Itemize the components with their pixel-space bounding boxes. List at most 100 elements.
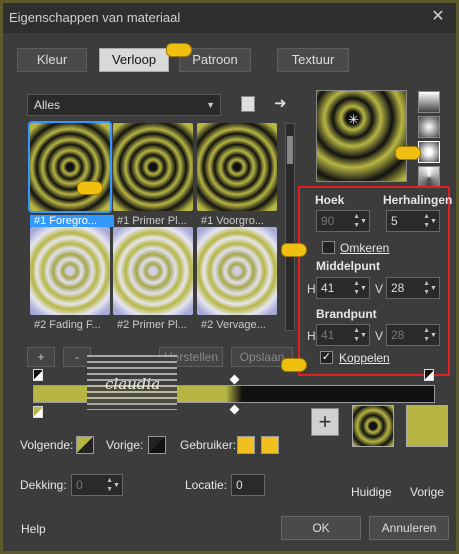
dropdown-arrow-icon[interactable]: ▼ bbox=[360, 212, 368, 232]
focus-h-stepper[interactable]: 41 ▲ ▼ ▼ bbox=[316, 324, 370, 346]
color-stop-start-top[interactable] bbox=[33, 369, 43, 381]
focus-v-label: V bbox=[375, 329, 384, 343]
angle-value: 90 bbox=[321, 214, 335, 228]
close-icon[interactable]: ✕ bbox=[428, 7, 448, 27]
midpoint-marker-top[interactable] bbox=[229, 374, 240, 385]
focus-v-value: 28 bbox=[391, 328, 405, 342]
tab-textuur[interactable]: Textuur bbox=[277, 48, 349, 72]
user-color-swatch-1[interactable] bbox=[237, 436, 255, 454]
invert-checkbox[interactable] bbox=[322, 241, 335, 254]
add-swatch-button[interactable]: + bbox=[311, 408, 339, 436]
library-filter-value: Alles bbox=[34, 98, 61, 112]
pointer-hand-icon bbox=[166, 43, 192, 57]
title-bar: Eigenschappen van materiaal ✕ bbox=[3, 3, 456, 33]
help-link[interactable]: Help bbox=[21, 522, 46, 536]
sunburst-gradient-mode-icon[interactable] bbox=[418, 166, 440, 188]
linear-gradient-mode-icon[interactable] bbox=[418, 91, 440, 113]
gradient-preview bbox=[30, 227, 110, 315]
window-title: Eigenschappen van materiaal bbox=[9, 10, 181, 25]
gradient-thumb-4[interactable]: #2 Fading F... bbox=[30, 227, 110, 331]
location-value: 0 bbox=[236, 478, 243, 492]
rectangular-gradient-mode-icon[interactable] bbox=[418, 116, 440, 138]
link-checkbox[interactable]: ✓ bbox=[320, 351, 333, 364]
focus-h-value: 41 bbox=[321, 328, 335, 342]
arrow-right-icon[interactable]: ➜ bbox=[274, 94, 287, 112]
previous-swatch-label: Vorige bbox=[410, 485, 445, 499]
focal-point-label: Brandpunt bbox=[316, 307, 377, 321]
library-filter-dropdown[interactable]: Alles ▼ bbox=[27, 94, 221, 116]
center-h-stepper[interactable]: 41 ▲ ▼ ▼ bbox=[316, 277, 370, 299]
library-view-icon[interactable] bbox=[241, 96, 255, 112]
color-stop-end-top[interactable] bbox=[424, 369, 434, 381]
radial-gradient-mode-icon[interactable] bbox=[418, 141, 440, 163]
chevron-down-icon: ▼ bbox=[206, 100, 215, 110]
invert-label: Omkeren bbox=[340, 241, 390, 255]
focus-v-stepper[interactable]: 28 ▲ ▼ ▼ bbox=[386, 324, 440, 346]
center-v-label: V bbox=[375, 282, 384, 296]
user-label: Gebruiker: bbox=[180, 438, 237, 452]
center-v-stepper[interactable]: 28 ▲ ▼ ▼ bbox=[386, 277, 440, 299]
user-color-swatch-2[interactable] bbox=[261, 436, 279, 454]
gradient-label: #2 Vervage... bbox=[201, 319, 266, 331]
center-point-icon[interactable]: ✳ bbox=[348, 112, 359, 128]
location-field[interactable]: 0 bbox=[231, 474, 265, 496]
gradient-preview bbox=[28, 121, 112, 213]
gradient-preview bbox=[113, 227, 193, 315]
scrollbar-thumb[interactable] bbox=[287, 136, 293, 164]
gradient-thumb-2[interactable]: #1 Primer Pl... bbox=[113, 123, 193, 227]
current-material-swatch[interactable] bbox=[352, 405, 394, 447]
link-label: Koppelen bbox=[339, 351, 390, 365]
dropdown-arrow-icon[interactable]: ▼ bbox=[360, 326, 368, 346]
previous-color-swatch[interactable] bbox=[148, 436, 166, 454]
gradient-label: #1 Voorgro... bbox=[201, 215, 264, 227]
cancel-button[interactable]: Annuleren bbox=[369, 516, 449, 540]
next-color-swatch[interactable] bbox=[76, 436, 94, 454]
previous-label: Vorige: bbox=[106, 438, 144, 452]
plus-icon: + bbox=[318, 409, 332, 434]
focus-h-label: H bbox=[307, 329, 316, 343]
midpoint-marker-bottom[interactable] bbox=[229, 404, 240, 415]
gradient-label: #2 Fading F... bbox=[34, 319, 101, 331]
gradient-preview bbox=[113, 123, 193, 211]
repeats-label: Herhalingen bbox=[383, 193, 453, 207]
gradient-label: #1 Primer Pl... bbox=[117, 215, 187, 227]
stepper-arrows-icon[interactable]: ▲ ▼ bbox=[353, 326, 360, 344]
angle-stepper[interactable]: 90 ▲ ▼ ▼ bbox=[316, 210, 370, 232]
dropdown-arrow-icon[interactable]: ▼ bbox=[113, 476, 121, 496]
stepper-arrows-icon[interactable]: ▲ ▼ bbox=[423, 212, 430, 230]
repeats-value: 5 bbox=[391, 214, 398, 228]
gradient-thumb-5[interactable]: #2 Primer Pl... bbox=[113, 227, 193, 331]
tab-kleur[interactable]: Kleur bbox=[17, 48, 87, 72]
dropdown-arrow-icon[interactable]: ▼ bbox=[360, 279, 368, 299]
dropdown-arrow-icon[interactable]: ▼ bbox=[430, 212, 438, 232]
gradient-preview-large[interactable]: ✳ bbox=[316, 90, 407, 182]
ok-button[interactable]: OK bbox=[281, 516, 361, 540]
opacity-stepper[interactable]: 0 ▲ ▼ ▼ bbox=[71, 474, 123, 496]
stepper-arrows-icon[interactable]: ▲ ▼ bbox=[423, 326, 430, 344]
angle-label: Hoek bbox=[315, 193, 345, 207]
pointer-hand-icon bbox=[281, 358, 307, 372]
previous-material-swatch[interactable] bbox=[406, 405, 448, 447]
center-h-label: H bbox=[307, 282, 316, 296]
stepper-arrows-icon[interactable]: ▲ ▼ bbox=[353, 279, 360, 297]
color-stop-start-bottom[interactable] bbox=[33, 406, 43, 418]
stepper-arrows-icon[interactable]: ▲ ▼ bbox=[106, 476, 113, 494]
add-gradient-button[interactable]: + bbox=[27, 347, 55, 367]
pointer-hand-icon bbox=[281, 243, 307, 257]
location-label: Locatie: bbox=[185, 478, 228, 492]
stepper-arrows-icon[interactable]: ▲ ▼ bbox=[353, 212, 360, 230]
gradient-thumb-6[interactable]: #2 Vervage... bbox=[197, 227, 277, 331]
center-h-value: 41 bbox=[321, 281, 335, 295]
dropdown-arrow-icon[interactable]: ▼ bbox=[430, 326, 438, 346]
library-scrollbar[interactable] bbox=[285, 123, 295, 331]
gradient-thumb-3[interactable]: #1 Voorgro... bbox=[197, 123, 277, 227]
opacity-value: 0 bbox=[76, 478, 83, 492]
repeats-stepper[interactable]: 5 ▲ ▼ ▼ bbox=[386, 210, 440, 232]
pointer-hand-icon bbox=[395, 146, 421, 160]
gradient-thumb-1[interactable]: #1 Foregro... bbox=[28, 121, 114, 227]
center-point-label: Middelpunt bbox=[316, 259, 380, 273]
stepper-arrows-icon[interactable]: ▲ ▼ bbox=[423, 279, 430, 297]
tab-verloop[interactable]: Verloop bbox=[99, 48, 169, 72]
gradient-preview bbox=[197, 123, 277, 211]
dropdown-arrow-icon[interactable]: ▼ bbox=[430, 279, 438, 299]
